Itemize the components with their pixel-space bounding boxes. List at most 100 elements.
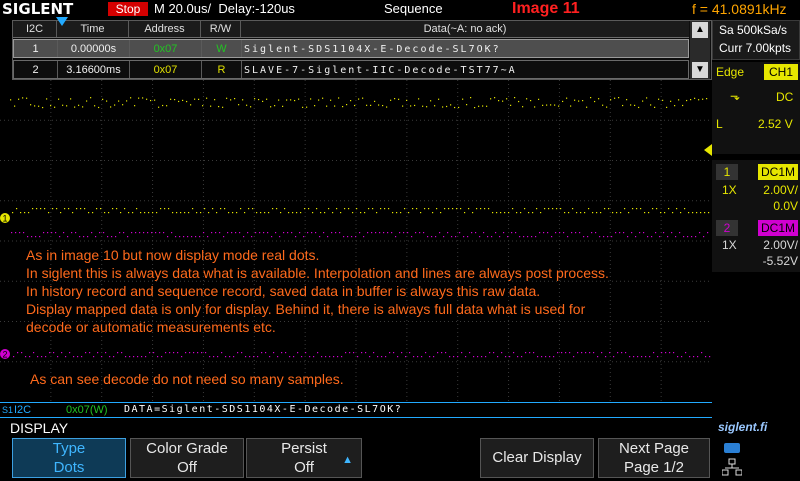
ch1-sample-dot (376, 212, 378, 214)
trigger-position-marker[interactable] (56, 17, 68, 26)
ch1-sample-dot (566, 97, 568, 99)
ch2-sample-dot (351, 236, 353, 238)
trigger-source: CH1 (764, 64, 798, 80)
ch1-ground-marker[interactable]: 1 (0, 211, 12, 224)
ch1-sample-dot (144, 212, 146, 214)
ch2-sample-dot (73, 356, 75, 358)
color-grade-button[interactable]: Color Grade Off (130, 438, 244, 478)
ch2-sample-dot (665, 352, 667, 354)
ch1-sample-dot (390, 99, 392, 101)
ch1-sample-dot (84, 208, 86, 210)
ch1-sample-dot (42, 106, 44, 109)
ch1-sample-dot (122, 104, 124, 106)
ch1-sample-dot (10, 99, 12, 101)
ch2-info[interactable]: 2 DC1M 1X 2.00V/ -5.52V (712, 218, 800, 272)
ch2-sample-dot (649, 356, 651, 358)
ch2-sample-dot (699, 232, 701, 234)
ch2-sample-dot (539, 232, 541, 234)
ch2-sample-dot (579, 232, 581, 234)
ch1-sample-dot (506, 98, 508, 100)
ch1-sample-dot (386, 106, 388, 108)
ch1-sample-dot (44, 208, 46, 210)
ch1-info[interactable]: 1 DC1M 1X 2.00V/ 0.0V (712, 160, 800, 220)
ch1-sample-dot (622, 104, 624, 107)
col-address: Address (129, 21, 201, 37)
ch1-sample-dot (340, 212, 342, 214)
ch2-sample-dot (605, 356, 607, 358)
ch1-sample-dot (600, 212, 602, 214)
ch2-sample-dot (675, 236, 677, 238)
ch2-sample-dot (51, 232, 53, 234)
run-state-badge[interactable]: Stop (108, 2, 148, 16)
ch1-sample-dot (416, 208, 418, 210)
decode-bus-bar: S1 I2C 0x07(W) DATA=Siglent-SDS1104X-E-D… (0, 402, 712, 418)
ch2-ground-marker[interactable]: 2 (0, 347, 12, 360)
decode-list-table[interactable]: I2C Time Address R/W Data(~A: no ack) 1 … (12, 20, 712, 80)
trigger-info[interactable]: Edge CH1 ⬎ DC L 2.52 V (712, 62, 800, 154)
ch2-sample-dot (625, 352, 627, 354)
ch2-sample-dot (365, 352, 367, 354)
ch2-sample-dot (271, 236, 273, 238)
ch2-sample-dot (59, 236, 61, 238)
table-row[interactable]: 1 0.00000s 0x07 W Siglent-SDS1104X-E-Dec… (13, 39, 689, 58)
ch1-sample-dot (236, 212, 238, 214)
ch1-sample-dot (156, 212, 158, 214)
persist-button[interactable]: Persist Off ▲ (246, 438, 362, 478)
ch1-sample-dot (200, 212, 202, 214)
ch1-sample-dot (556, 208, 558, 210)
ch1-sample-dot (12, 212, 14, 214)
ch2-sample-dot (277, 356, 279, 358)
ch2-sample-dot (521, 356, 523, 358)
ch2-sample-dot (283, 232, 285, 234)
scroll-up-icon[interactable]: ▲ (692, 22, 708, 38)
ch1-sample-dot (660, 212, 662, 214)
decode-address: 0x07(W) (66, 404, 108, 416)
ch2-sample-dot (471, 232, 473, 234)
waveform-grid[interactable] (0, 80, 712, 402)
ch2-sample-dot (545, 356, 547, 358)
clear-display-button[interactable]: Clear Display (480, 438, 594, 478)
ch1-sample-dot (332, 212, 334, 214)
ch2-sample-dot (319, 236, 321, 238)
ch1-sample-dot (522, 106, 524, 108)
ch2-sample-dot (353, 352, 355, 354)
ch2-sample-dot (117, 352, 119, 354)
ch2-sample-dot (79, 236, 81, 238)
trigger-level-marker[interactable] (704, 144, 712, 156)
ch2-sample-dot (473, 356, 475, 358)
scroll-down-icon[interactable]: ▼ (692, 62, 708, 78)
ch1-sample-dot (444, 208, 446, 210)
ch1-scale: 2.00V/ (763, 183, 798, 197)
ch2-sample-dot (593, 352, 595, 354)
ch2-sample-dot (143, 232, 145, 234)
ch1-sample-dot (160, 208, 162, 210)
ch2-sample-dot (615, 232, 617, 234)
acquisition-mode: Sequence (384, 1, 443, 16)
ch1-sample-dot (90, 97, 92, 99)
ch1-sample-dot (306, 106, 308, 108)
ch1-sample-dot (36, 208, 38, 210)
display-type-button[interactable]: Type Dots (12, 438, 126, 478)
ch2-sample-dot (461, 352, 463, 354)
ch2-sample-dot (127, 236, 129, 238)
ch2-sample-dot (479, 236, 481, 238)
ch2-sample-dot (195, 236, 197, 238)
decode-side-label: S1 (2, 405, 14, 415)
timebase-readout[interactable]: M 20.0us/ Delay:-120us (154, 0, 295, 18)
ch2-sample-dot (15, 232, 17, 234)
ch1-sample-dot (510, 104, 512, 106)
ch2-sample-dot (525, 352, 527, 354)
ch2-sample-dot (499, 236, 501, 238)
ch2-sample-dot (561, 352, 563, 354)
ch2-sample-dot (75, 232, 77, 234)
table-row[interactable]: 2 3.16600ms 0x07 R SLAVE-7-Siglent-IIC-D… (13, 60, 689, 79)
ch1-sample-dot (114, 104, 116, 106)
ch2-sample-dot (507, 236, 509, 238)
acquisition-info[interactable]: Sa 500kSa/s Curr 7.00kpts (712, 20, 800, 60)
ch2-sample-dot (193, 352, 195, 354)
ch1-sample-dot (50, 105, 52, 107)
ch1-sample-dot (80, 208, 82, 210)
table-scrollbar[interactable]: ▲ ▼ (690, 21, 710, 79)
next-page-button[interactable]: Next Page Page 1/2 (598, 438, 710, 478)
ch2-sample-dot (189, 352, 191, 354)
